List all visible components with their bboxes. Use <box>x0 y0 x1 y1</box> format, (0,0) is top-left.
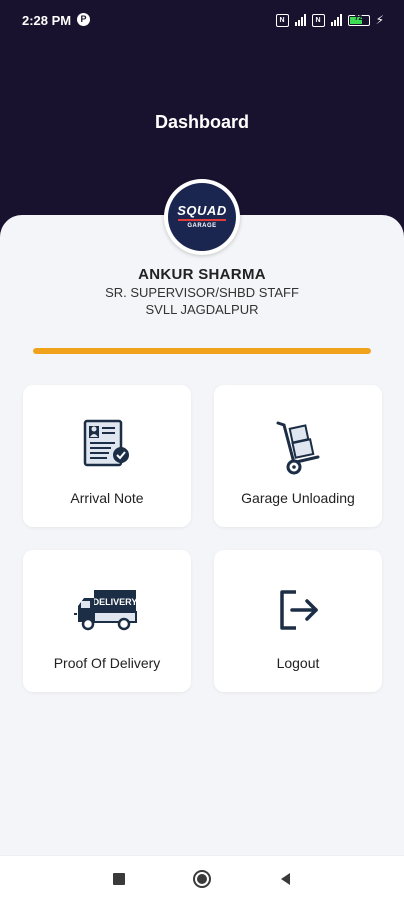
back-button[interactable] <box>265 856 305 901</box>
status-bar: 2:28 PM P N N 72 ⚡ <box>0 0 404 40</box>
back-triangle-icon <box>281 872 290 885</box>
profile-designation: SR. SUPERVISOR/SHBD STAFF <box>105 285 299 300</box>
progress-fill <box>33 348 371 354</box>
sim2-icon: N <box>311 13 325 27</box>
system-navbar <box>0 855 404 901</box>
logo-word: SQUAD <box>177 203 227 218</box>
tile-label: Arrival Note <box>70 490 144 506</box>
page-title: Dashboard <box>154 112 250 132</box>
app-notification-icon: P <box>77 13 90 26</box>
home-button[interactable] <box>182 856 222 901</box>
progress-bar <box>33 348 371 354</box>
tile-label: Proof Of Delivery <box>53 655 161 671</box>
hand-truck-icon <box>276 421 320 475</box>
status-time: 2:28 PM <box>22 13 72 28</box>
arrival-note-icon <box>83 419 129 467</box>
profile: ANKUR SHARMA SR. SUPERVISOR/SHBD STAFF S… <box>0 266 404 317</box>
delivery-truck-icon: DELIVERY <box>74 590 138 631</box>
recents-button[interactable] <box>99 856 139 901</box>
tile-garage-unloading[interactable]: Garage Unloading <box>214 385 382 527</box>
signal-icon-1 <box>294 14 306 26</box>
tile-proof-of-delivery[interactable]: DELIVERY Proof Of Delivery <box>23 550 191 692</box>
battery-icon: 72 <box>347 14 370 26</box>
home-circle-icon <box>193 869 211 888</box>
delivery-truck-text: DELIVERY <box>93 597 138 607</box>
tile-label: Logout <box>276 655 320 671</box>
logout-icon <box>280 590 318 630</box>
charging-icon: ⚡ <box>375 13 384 27</box>
battery-level: 72 <box>354 14 363 22</box>
tile-label: Garage Unloading <box>241 490 355 506</box>
logo-sub: GARAGE <box>187 223 217 229</box>
company-logo: SQUAD GARAGE <box>164 179 240 255</box>
tile-arrival-note[interactable]: Arrival Note <box>23 385 191 527</box>
tile-logout[interactable]: Logout <box>214 550 382 692</box>
profile-name: ANKUR SHARMA <box>138 266 266 283</box>
recents-square-icon <box>113 872 125 885</box>
profile-location: SVLL JAGDALPUR <box>145 302 259 317</box>
sim1-icon: N <box>275 13 289 27</box>
signal-icon-2 <box>330 14 342 26</box>
